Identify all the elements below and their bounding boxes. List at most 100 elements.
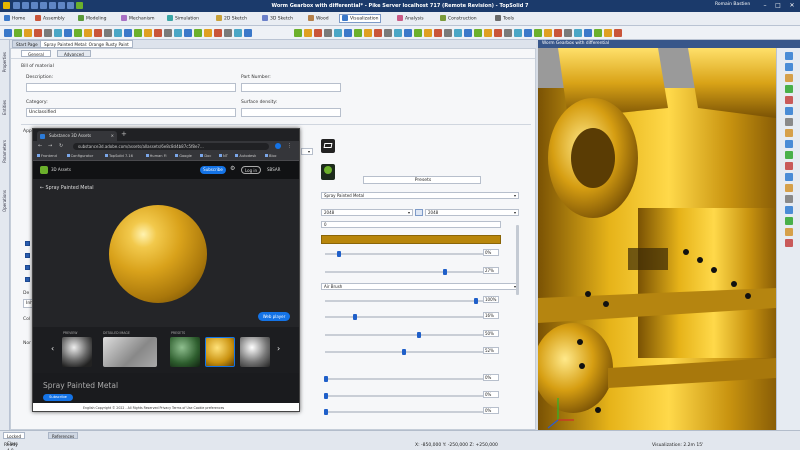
slider-6-knob[interactable] [402, 349, 406, 355]
presets-button[interactable]: Presets [363, 176, 481, 184]
checkbox-3[interactable] [25, 265, 30, 270]
value-3[interactable]: 100% [483, 296, 499, 303]
bookmark-item[interactable]: Frontend [37, 154, 57, 158]
view-tool-icon[interactable] [785, 52, 793, 60]
ribbon-tab-2d-sketch[interactable]: 2D Sketch [216, 15, 247, 22]
ribbon-tab-3d-sketch[interactable]: 3D Sketch [262, 15, 293, 22]
slider-3-knob[interactable] [474, 298, 478, 304]
slider-9[interactable] [325, 411, 485, 413]
toolbar-tool-icon[interactable] [64, 29, 72, 37]
seed-input[interactable]: 0 [321, 221, 501, 228]
view-tool-icon[interactable] [785, 173, 793, 181]
category-select[interactable]: Unclassified [26, 108, 236, 117]
value-8[interactable]: 0% [483, 391, 499, 398]
panel-scrollbar[interactable] [516, 225, 519, 295]
toolbar-tool-icon[interactable] [354, 29, 362, 37]
preview-thumbnail[interactable] [62, 337, 92, 367]
substance-logo-icon[interactable] [40, 166, 48, 174]
preset-yellow-thumbnail[interactable] [205, 337, 235, 367]
bookmark-item[interactable]: TopSolid 7.16 [105, 154, 133, 158]
toolbar-tool-icon[interactable] [414, 29, 422, 37]
toolbar-tool-icon[interactable] [434, 29, 442, 37]
toolbar-tool-icon[interactable] [14, 29, 22, 37]
toolbar-tool-icon[interactable] [34, 29, 42, 37]
ribbon-tab-simulation[interactable]: Simulation [167, 15, 199, 22]
checkbox-1[interactable] [25, 241, 30, 246]
toolbar-tool-icon[interactable] [574, 29, 582, 37]
maximize-button[interactable]: □ [772, 1, 784, 11]
part-number-input[interactable] [241, 83, 341, 92]
subtab-advanced[interactable]: Advanced [57, 50, 91, 57]
profile-icon[interactable] [275, 143, 281, 149]
link-icon[interactable] [415, 209, 423, 216]
tab-material[interactable]: Spray Painted Metal: Orange Rusty Paint [40, 40, 133, 48]
toolbar-tool-icon[interactable] [524, 29, 532, 37]
ribbon-tab-mechanism[interactable]: Mechanism [121, 15, 155, 22]
toolbar-tool-icon[interactable] [134, 29, 142, 37]
toolbar-tool-icon[interactable] [244, 29, 252, 37]
toolbar-tool-icon[interactable] [104, 29, 112, 37]
view-tool-icon[interactable] [785, 118, 793, 126]
toolbar-tool-icon[interactable] [504, 29, 512, 37]
resolution-left-dropdown[interactable]: 2048 [321, 209, 413, 216]
3d-viewport[interactable] [538, 48, 776, 430]
minimize-button[interactable]: – [759, 1, 771, 11]
bottom-tab-locked[interactable]: Locked Class A 0 [3, 432, 25, 450]
view-tool-icon[interactable] [785, 96, 793, 104]
material-dropdown[interactable]: Spray Painted Metal [321, 192, 519, 199]
subscribe-small-button[interactable]: Subscribe [43, 394, 73, 401]
toolbar-tool-icon[interactable] [184, 29, 192, 37]
toolbar-tool-icon[interactable] [474, 29, 482, 37]
toolbar-tool-icon[interactable] [374, 29, 382, 37]
toolbar-tool-icon[interactable] [454, 29, 462, 37]
close-button[interactable]: ✕ [786, 1, 798, 11]
value-1[interactable]: 0% [483, 249, 499, 256]
substance-icon[interactable] [321, 139, 335, 153]
toolbar-tool-icon[interactable] [124, 29, 132, 37]
bookmark-item[interactable]: Doc [200, 154, 211, 158]
toolbar-tool-icon[interactable] [344, 29, 352, 37]
browser-tab[interactable]: Substance 3D Assets × [37, 131, 117, 141]
view-tool-icon[interactable] [785, 140, 793, 148]
slider-5-knob[interactable] [417, 332, 421, 338]
detailed-image-thumbnail[interactable] [103, 337, 157, 367]
toolbar-tool-icon[interactable] [554, 29, 562, 37]
ribbon-tab-tools[interactable]: Tools [495, 15, 514, 22]
slider-1-knob[interactable] [337, 251, 341, 257]
view-tool-icon[interactable] [785, 195, 793, 203]
toolbar-tool-icon[interactable] [424, 29, 432, 37]
side-tab-parameters[interactable]: Parameters [2, 140, 7, 163]
toolbar-tool-icon[interactable] [314, 29, 322, 37]
bookmark-item[interactable]: Configurator [66, 154, 93, 158]
bookmark-item[interactable]: Autodesk [235, 154, 256, 158]
ribbon-tab-modeling[interactable]: Modeling [78, 15, 106, 22]
toolbar-tool-icon[interactable] [114, 29, 122, 37]
slider-8[interactable] [325, 395, 485, 397]
toolbar-tool-icon[interactable] [514, 29, 522, 37]
product-name[interactable]: 3D Assets [51, 167, 71, 172]
material-preview-sphere[interactable] [109, 205, 207, 303]
toolbar-tool-icon[interactable] [534, 29, 542, 37]
preset-green-thumbnail[interactable] [170, 337, 200, 367]
close-tab-icon[interactable]: × [111, 131, 114, 141]
subscribe-button[interactable]: Subscribe [200, 166, 226, 174]
ribbon-tab-home[interactable]: Home [4, 15, 25, 22]
toolbar-tool-icon[interactable] [324, 29, 332, 37]
slider-2[interactable] [325, 271, 485, 273]
prev-arrow-icon[interactable]: ‹ [51, 344, 54, 353]
slider-5[interactable] [325, 334, 485, 336]
view-tool-icon[interactable] [785, 162, 793, 170]
toolbar-tool-icon[interactable] [584, 29, 592, 37]
preset-chrome-thumbnail[interactable] [240, 337, 270, 367]
back-icon[interactable]: ← [38, 143, 42, 149]
toolbar-tool-icon[interactable] [334, 29, 342, 37]
slider-1[interactable] [325, 253, 485, 255]
toolbar-tool-icon[interactable] [404, 29, 412, 37]
ribbon-tab-wood[interactable]: Wood [308, 15, 329, 22]
toolbar-tool-icon[interactable] [54, 29, 62, 37]
value-2[interactable]: 27% [483, 267, 499, 274]
slider-7-knob[interactable] [324, 376, 328, 382]
sbsar-badge[interactable]: SBSAR [267, 167, 280, 172]
view-tool-icon[interactable] [785, 107, 793, 115]
bookmark-item[interactable]: Google [175, 154, 192, 158]
